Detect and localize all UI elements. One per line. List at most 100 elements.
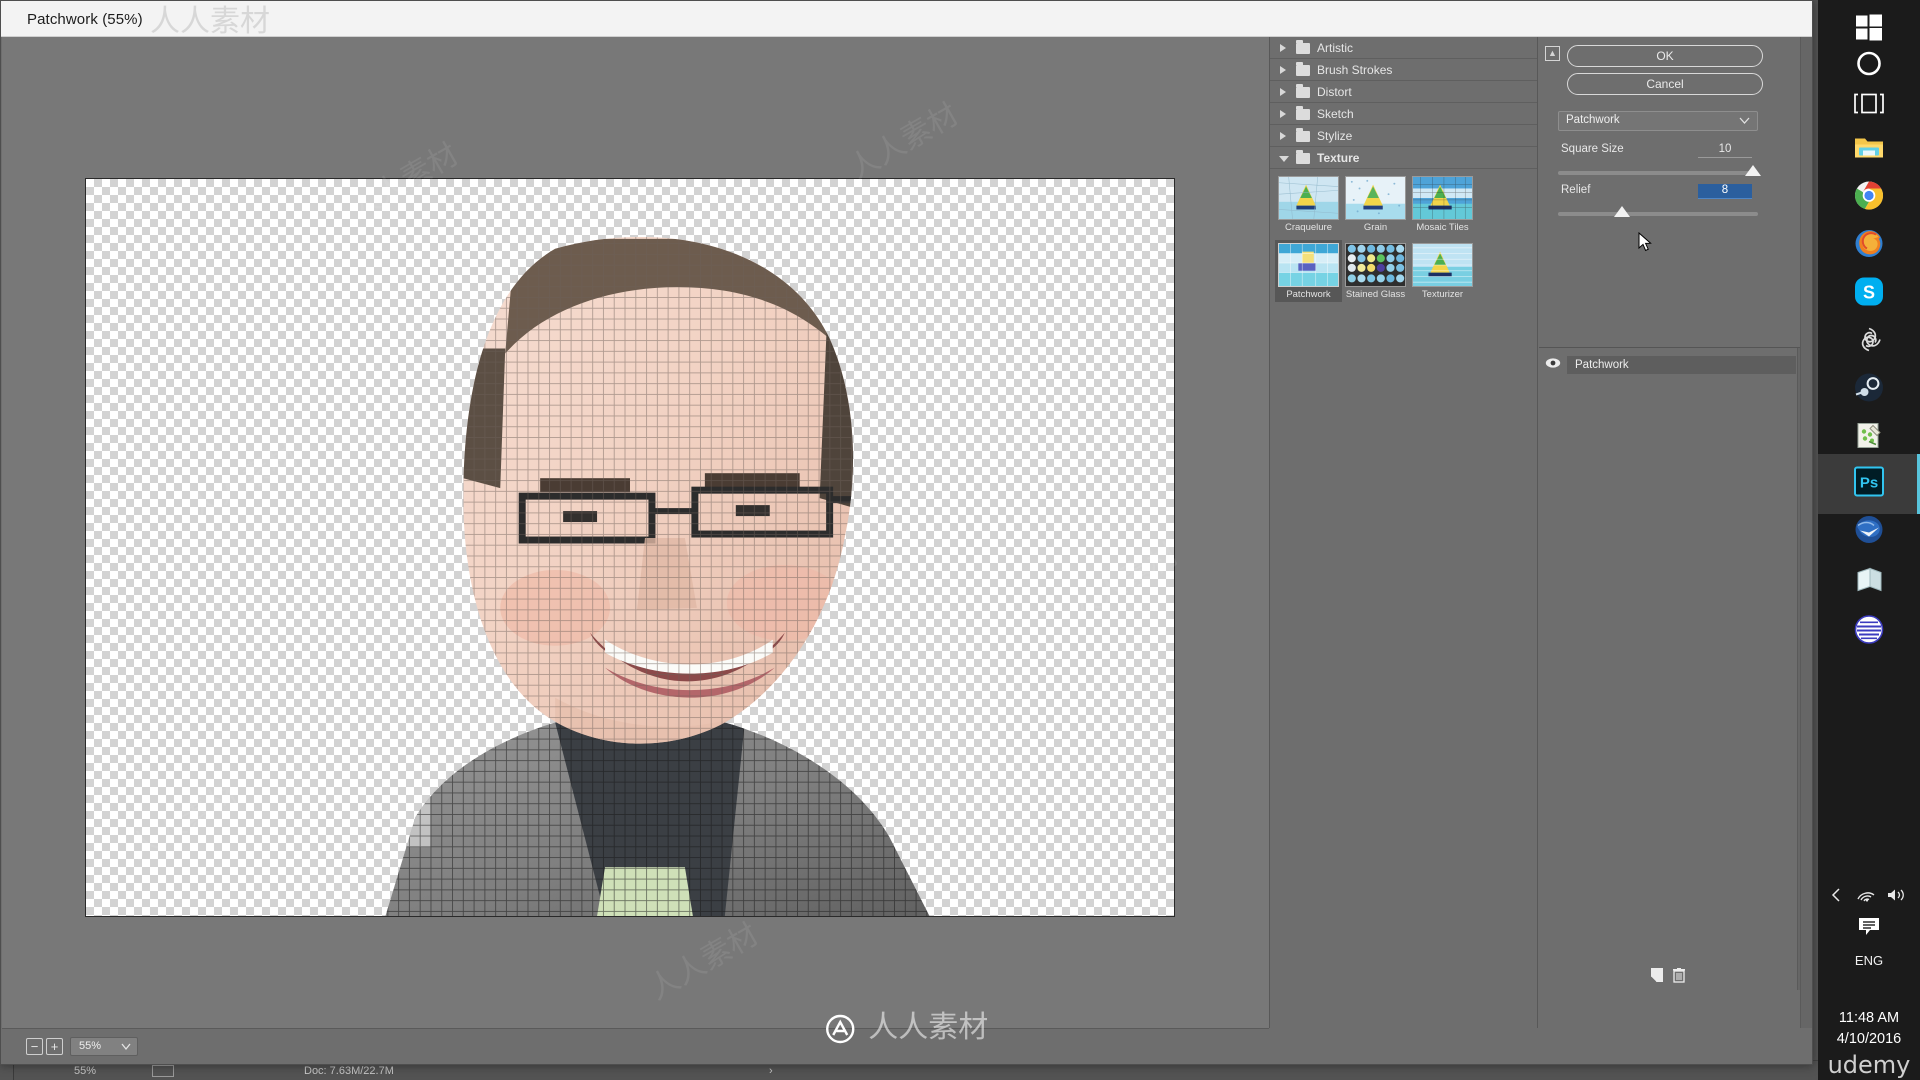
folder-icon xyxy=(1296,62,1310,76)
filter-category-stylize[interactable]: Stylize xyxy=(1270,125,1537,147)
chevron-down-icon xyxy=(1739,117,1750,124)
chevron-right-icon xyxy=(1280,132,1286,140)
thunderbird-icon xyxy=(1854,515,1884,550)
filter-thumb-patchwork[interactable]: Patchwork xyxy=(1275,240,1342,302)
filter-thumb-label: Patchwork xyxy=(1286,289,1331,300)
filter-category-brush-strokes[interactable]: Brush Strokes xyxy=(1270,59,1537,81)
chevron-left-icon[interactable] xyxy=(1830,887,1842,908)
category-label: Distort xyxy=(1317,85,1352,99)
category-label: Artistic xyxy=(1317,41,1353,55)
filter-thumb-stained-glass[interactable]: Stained Glass xyxy=(1342,240,1409,302)
watermark-tile: 人人素材 xyxy=(843,96,965,188)
filter-category-texture[interactable]: Texture xyxy=(1270,147,1537,169)
filter-category-pane[interactable]: Artistic Brush Strokes Distort Sketch St xyxy=(1269,37,1537,1028)
texture-filter-grid: Craquelure Grain Mosaic Tiles Patchwork … xyxy=(1270,169,1537,308)
trash-icon[interactable] xyxy=(1670,966,1688,984)
effect-layer-name: Patchwork xyxy=(1567,356,1796,374)
slider-track-square-size[interactable] xyxy=(1558,171,1758,175)
chevron-right-icon xyxy=(1280,110,1286,118)
swirl-icon xyxy=(1855,326,1883,359)
filter-category-sketch[interactable]: Sketch xyxy=(1270,103,1537,125)
chevron-right-icon xyxy=(1280,44,1286,52)
cancel-button[interactable]: Cancel xyxy=(1567,73,1763,95)
folder-icon xyxy=(1296,84,1310,98)
speaker-icon[interactable] xyxy=(1886,887,1906,908)
filter-thumb-label: Craquelure xyxy=(1285,222,1332,233)
globe-icon xyxy=(1854,615,1884,650)
filter-thumb-craquelure[interactable]: Craquelure xyxy=(1275,173,1342,235)
category-label: Sketch xyxy=(1317,107,1354,121)
slider-track-relief[interactable] xyxy=(1558,212,1758,216)
slider-thumb-relief[interactable] xyxy=(1614,206,1630,217)
photoshop-ps-icon: Ps xyxy=(1854,466,1884,502)
filter-thumb-row: Patchwork Stained Glass Texturizer xyxy=(1275,240,1533,302)
chevron-down-icon xyxy=(1279,156,1289,166)
chevron-right-icon xyxy=(1280,66,1286,74)
watermark-tile: 人人素材 xyxy=(643,916,765,1008)
dialog-vertical-scrollbar[interactable] xyxy=(1800,37,1812,1028)
steam-icon xyxy=(1854,373,1884,408)
udemy-watermark: udemy xyxy=(1827,1051,1911,1079)
tray-date[interactable]: 4/10/2016 xyxy=(1818,1029,1920,1050)
patchwork-filtered-portrait xyxy=(385,236,930,916)
windows-taskbar: S Ps ENG 11:48 AM 4/10/2016 udemy xyxy=(1818,0,1920,1080)
folder-icon xyxy=(1296,128,1310,142)
notes-icon xyxy=(1855,422,1883,455)
filter-thumb-grain[interactable]: Grain xyxy=(1342,173,1409,235)
eye-icon[interactable] xyxy=(1545,357,1561,373)
status-doc-icon xyxy=(152,1065,174,1077)
category-label: Texture xyxy=(1317,151,1360,165)
tray-language[interactable]: ENG xyxy=(1818,946,1920,982)
new-effect-layer-icon[interactable] xyxy=(1648,966,1666,984)
zoom-level-combobox[interactable]: 55% xyxy=(70,1037,138,1056)
slider-thumb-square-size[interactable] xyxy=(1745,165,1761,176)
ok-button[interactable]: OK xyxy=(1567,45,1763,67)
tray-time[interactable]: 11:48 AM xyxy=(1818,1008,1920,1029)
chevron-down-icon xyxy=(121,1043,131,1051)
notepad-icon xyxy=(1854,567,1884,598)
chevron-right-icon xyxy=(1280,88,1286,96)
filter-settings-pane: ▲ OK Cancel Patchwork Square Size 10 Rel… xyxy=(1537,37,1811,1028)
action-center-icon[interactable] xyxy=(1857,916,1881,943)
param-label: Relief xyxy=(1561,184,1591,196)
category-label: Stylize xyxy=(1317,129,1353,143)
taskbar-globe-app-button[interactable] xyxy=(1818,602,1920,662)
dialog-title: Patchwork (55%) xyxy=(27,11,143,28)
folder-icon xyxy=(1296,40,1310,54)
patchwork-thumbnail xyxy=(1278,243,1339,287)
filter-thumb-label: Stained Glass xyxy=(1345,289,1406,300)
filter-name-dropdown[interactable]: Patchwork xyxy=(1558,111,1758,131)
filter-thumb-mosaic-tiles[interactable]: Mosaic Tiles xyxy=(1409,173,1476,235)
effect-layer-row[interactable]: Patchwork xyxy=(1545,356,1796,374)
preview-zoom-bar: − + 55% xyxy=(2,1028,1269,1064)
folder-icon xyxy=(1296,106,1310,120)
filter-thumb-label: Mosaic Tiles xyxy=(1416,222,1469,233)
tray-icons-row xyxy=(1818,880,1920,914)
collapse-panel-icon[interactable]: ▲ xyxy=(1545,46,1560,61)
mosaic-tiles-thumbnail xyxy=(1412,176,1473,220)
filter-thumb-label: Grain xyxy=(1363,222,1388,233)
firefox-icon xyxy=(1854,229,1884,264)
system-tray: ENG 11:48 AM 4/10/2016 udemy xyxy=(1818,880,1920,1080)
craquelure-thumbnail xyxy=(1278,176,1339,220)
texturizer-thumbnail xyxy=(1412,243,1473,287)
grain-thumbnail xyxy=(1345,176,1406,220)
filter-thumb-texturizer[interactable]: Texturizer xyxy=(1409,240,1476,302)
filter-gallery-dialog: Patchwork (55%) 人人素材 人人素材 − + 55% Artist… xyxy=(0,0,1813,1065)
param-value-relief[interactable]: 8 xyxy=(1698,184,1752,199)
filter-category-artistic[interactable]: Artistic xyxy=(1270,37,1537,59)
preview-pane[interactable]: 人人素材 人人素材 人人素材 人人素材 人人素材 人人素材 xyxy=(2,37,1269,1028)
param-label: Square Size xyxy=(1561,143,1624,155)
zoom-in-button[interactable]: + xyxy=(46,1038,63,1055)
filter-thumb-row: Craquelure Grain Mosaic Tiles xyxy=(1275,173,1533,235)
wifi-icon[interactable] xyxy=(1856,887,1876,908)
category-label: Brush Strokes xyxy=(1317,63,1393,77)
effect-layers-list[interactable]: Patchwork xyxy=(1539,347,1810,990)
folder-icon xyxy=(1854,135,1884,166)
param-value-square-size[interactable]: 10 xyxy=(1698,143,1752,158)
filter-category-distort[interactable]: Distort xyxy=(1270,81,1537,103)
preview-canvas[interactable] xyxy=(85,178,1175,917)
selected-filter-label: Patchwork xyxy=(1566,114,1620,126)
svg-text:S: S xyxy=(1863,283,1875,303)
zoom-out-button[interactable]: − xyxy=(26,1038,43,1055)
